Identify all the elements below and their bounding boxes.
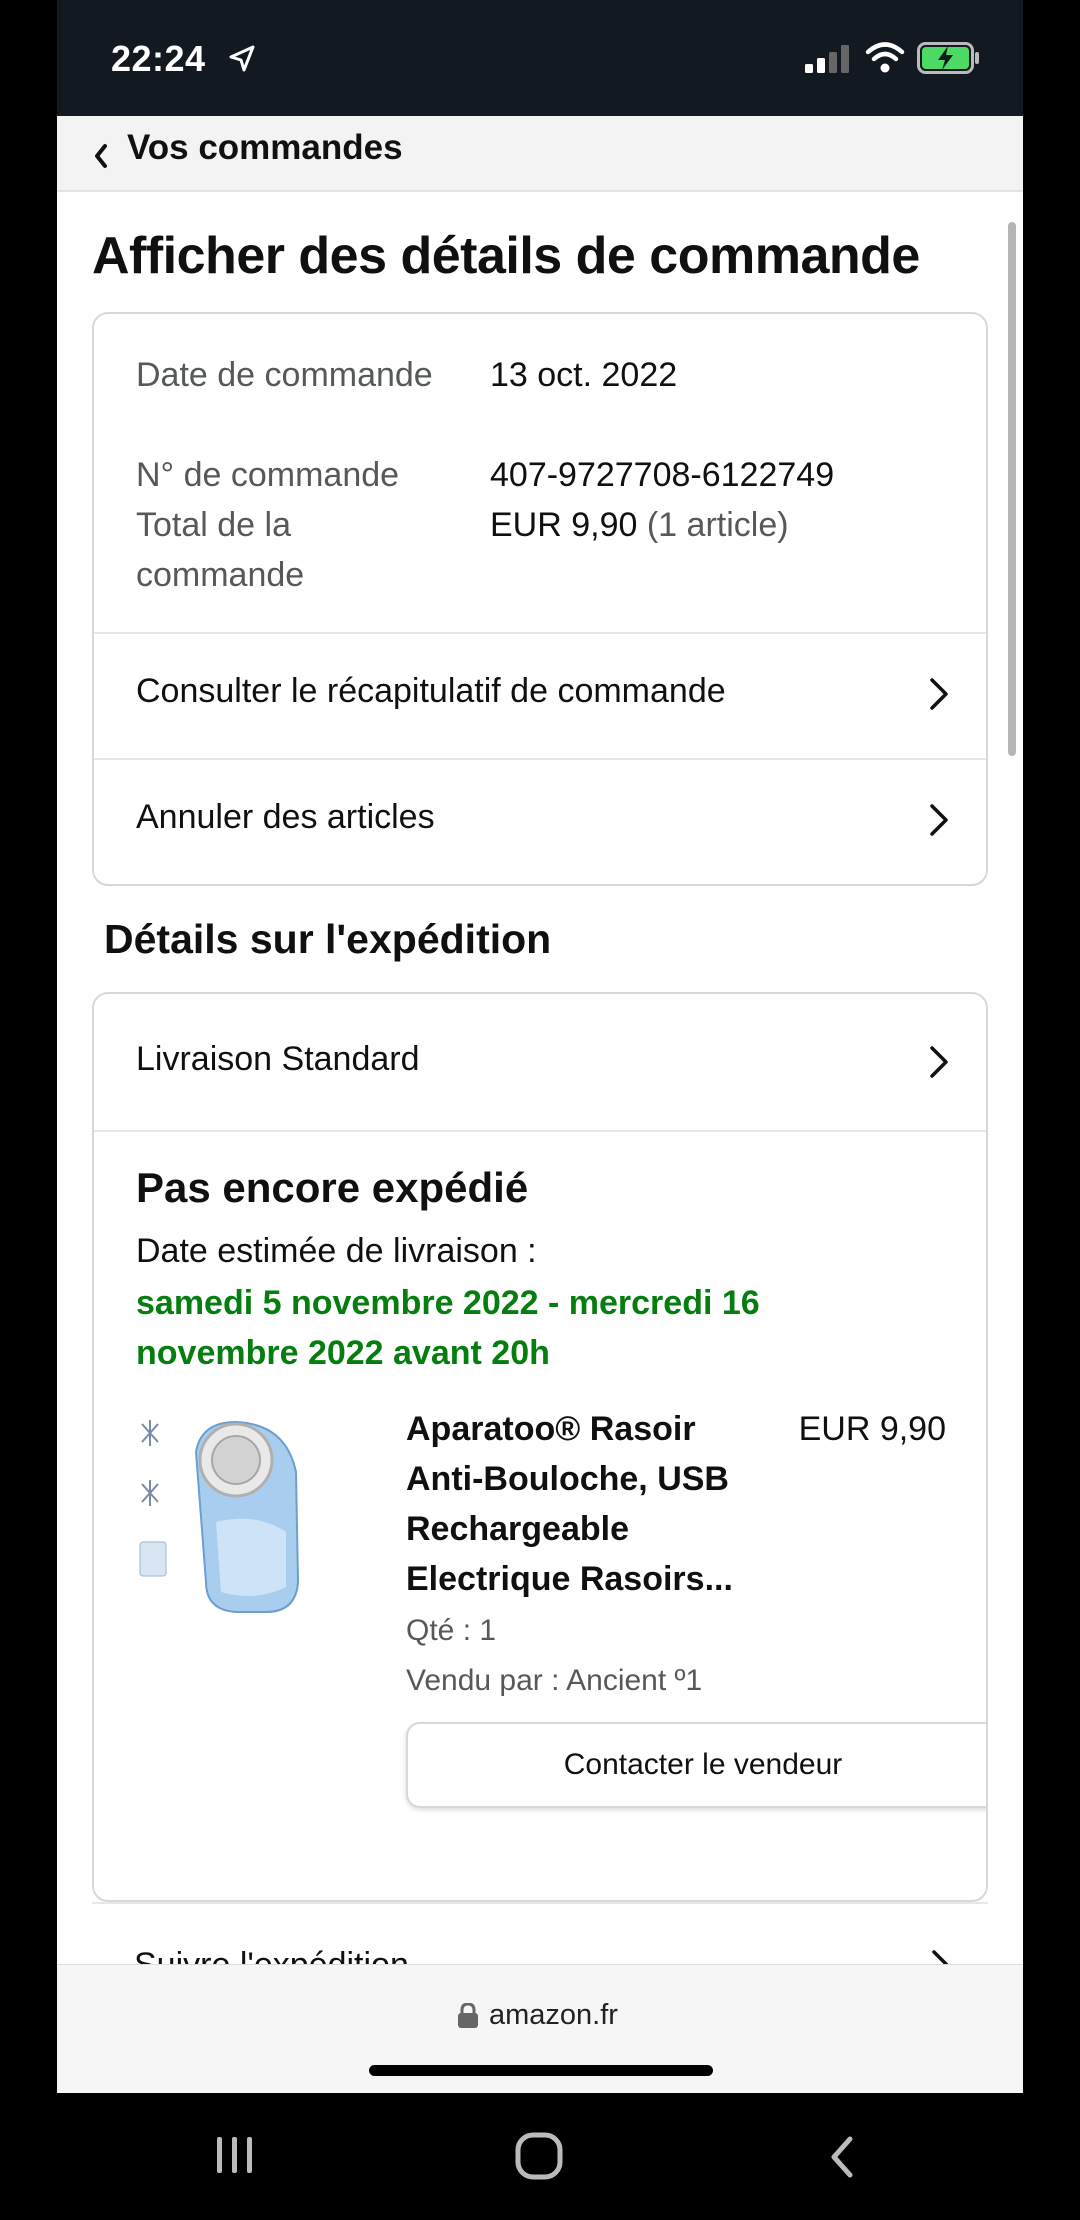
delivery-method-label: Livraison Standard [136, 1040, 420, 1078]
status-bar: 22:24 [57, 0, 1023, 116]
home-icon[interactable] [514, 2131, 564, 2181]
phone-screen: 22:24 Vos commandes Afficher des détails… [57, 0, 1023, 2093]
product-image[interactable] [136, 1412, 306, 1622]
back-icon[interactable] [824, 2133, 860, 2181]
shipment-card: Livraison Standard Pas encore expédié Da… [92, 992, 988, 1902]
cancel-items-link-label: Annuler des articles [136, 798, 435, 836]
order-date-label: Date de commande [136, 356, 433, 394]
browser-address-bar[interactable]: amazon.fr [57, 1964, 1023, 2093]
signal-icon [805, 45, 849, 73]
lock-icon [458, 2003, 478, 2028]
wifi-icon [865, 42, 905, 73]
chevron-right-icon [930, 804, 948, 836]
scrollbar[interactable] [1008, 222, 1016, 756]
order-date-value: 13 oct. 2022 [490, 356, 678, 394]
back-link-label[interactable]: Vos commandes [127, 128, 403, 168]
product-title[interactable]: Aparatoo® Rasoir Anti-Bouloche, USB Rech… [406, 1404, 766, 1604]
product-seller: Vendu par : Ancient º1 [406, 1664, 703, 1697]
order-total-items: (1 article) [646, 506, 789, 544]
eta-date: samedi 5 novembre 2022 - mercredi 16 nov… [136, 1284, 760, 1372]
contact-seller-button[interactable]: Contacter le vendeur [406, 1722, 986, 1808]
android-navigation-bar [0, 2093, 1080, 2220]
shipment-status: Pas encore expédié [136, 1164, 529, 1211]
clock: 22:24 [111, 38, 206, 79]
recent-apps-icon[interactable] [213, 2133, 257, 2177]
order-summary-link-label: Consulter le récapitulatif de commande [136, 672, 726, 710]
home-indicator[interactable] [369, 2065, 713, 2076]
chevron-right-icon [930, 1046, 948, 1078]
order-total-label: Total de la commande [136, 506, 305, 594]
chevron-left-icon [95, 144, 107, 168]
order-summary-link[interactable]: Consulter le récapitulatif de commande [94, 632, 986, 758]
shipment-section-title: Détails sur l'expédition [104, 916, 552, 962]
order-total-amount: EUR 9,90 [490, 506, 638, 544]
chevron-right-icon [930, 678, 948, 710]
location-arrow-icon [229, 45, 255, 72]
back-navigation-bar[interactable]: Vos commandes [57, 116, 1023, 192]
order-number-value: 407-9727708-6122749 [490, 456, 835, 494]
page-title: Afficher des détails de commande [92, 227, 920, 285]
order-total-value: EUR 9,90 (1 article) [490, 500, 789, 550]
product-price: EUR 9,90 [798, 1410, 946, 1448]
delivery-method-link[interactable]: Livraison Standard [94, 994, 986, 1132]
eta-label: Date estimée de livraison : [136, 1232, 537, 1270]
product-quantity: Qté : 1 [406, 1614, 497, 1647]
battery-charging-icon [917, 42, 979, 74]
cancel-items-link[interactable]: Annuler des articles [94, 758, 986, 884]
order-summary-card: Date de commande 13 oct. 2022 N° de comm… [92, 312, 988, 886]
order-number-label: N° de commande [136, 456, 400, 494]
url-text[interactable]: amazon.fr [489, 1999, 618, 2032]
